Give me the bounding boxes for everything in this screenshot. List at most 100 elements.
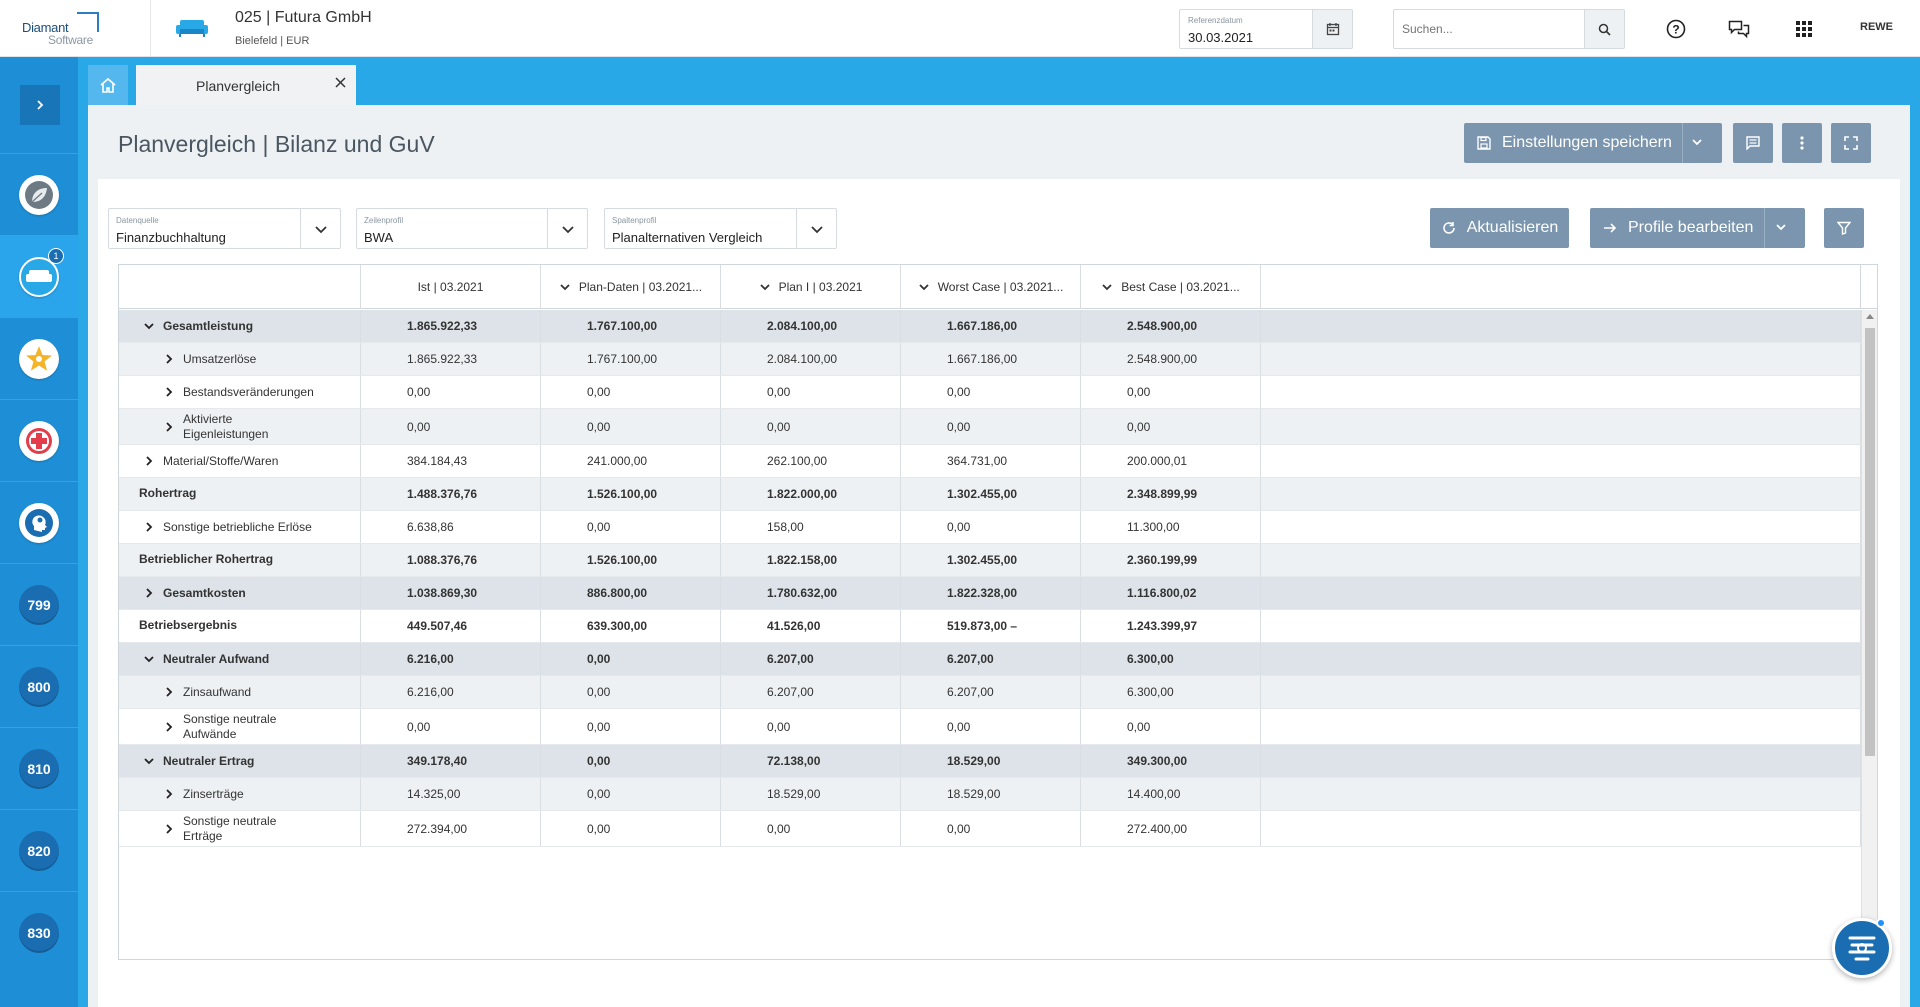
company-location: Bielefeld | EUR — [235, 35, 310, 47]
table-row[interactable]: Umsatzerlöse 1.865.922,33 1.767.100,00 2.08… — [119, 343, 1861, 376]
chevron-right-icon[interactable] — [161, 786, 177, 802]
table-row[interactable]: Zinserträge 14.325,00 0,00 18.529,00 18.529,… — [119, 778, 1861, 811]
table-row[interactable]: Neutraler Aufwand 6.216,00 0,00 6.207,00 6.2… — [119, 643, 1861, 676]
header-cell-worst-case[interactable]: Worst Case | 03.2021... — [901, 265, 1081, 309]
home-icon[interactable] — [88, 65, 128, 105]
chevron-down-icon[interactable] — [141, 318, 157, 334]
filter-button[interactable] — [1824, 208, 1864, 248]
edit-profiles-button[interactable]: Profile bearbeiten — [1590, 208, 1805, 248]
sidebar-item-800[interactable]: 800 — [0, 645, 78, 727]
sidebar-item-medical[interactable] — [0, 399, 78, 481]
value-cell: 200.000,01 — [1081, 445, 1261, 477]
company-name[interactable]: 025 | Futura GmbH — [235, 9, 372, 27]
rowprofile-select[interactable]: Zeilenprofil BWA — [356, 208, 588, 249]
chevron-down-icon[interactable] — [1101, 281, 1113, 293]
reference-date-value[interactable]: 30.03.2021 — [1188, 30, 1253, 45]
table-row[interactable]: Zinsaufwand 6.216,00 0,00 6.207,00 6.207,00 6… — [119, 676, 1861, 709]
scrollbar-thumb[interactable] — [1865, 328, 1875, 756]
sidebar-expand-button[interactable] — [20, 85, 60, 125]
tab-planvergleich[interactable]: Planvergleich — [136, 65, 356, 105]
header-cell-best-case[interactable]: Best Case | 03.2021... — [1081, 265, 1261, 309]
chevron-down-icon[interactable] — [547, 209, 587, 248]
chevron-down-icon[interactable] — [559, 281, 571, 293]
apps-grid-icon[interactable] — [1790, 15, 1818, 43]
chevron-down-icon[interactable] — [141, 753, 157, 769]
chevron-right-icon[interactable] — [141, 519, 157, 535]
reference-date-field[interactable]: Referenzdatum 30.03.2021 — [1179, 9, 1353, 49]
table-row[interactable]: Aktivierte Eigenleistungen 0,00 0,00 0,00 0,… — [119, 409, 1861, 445]
chevron-down-icon[interactable] — [796, 209, 836, 248]
medical-cross-icon — [19, 420, 59, 461]
row-label-cell: Rohertrag — [119, 478, 361, 510]
chevron-right-icon[interactable] — [141, 453, 157, 469]
account-number: 800 — [19, 666, 59, 707]
row-label: Betrieblicher Rohertrag — [139, 552, 274, 566]
scroll-up-icon[interactable] — [1866, 314, 1874, 319]
value-cell: 14.400,00 — [1081, 778, 1261, 810]
table-row[interactable]: Sonstige neutrale Aufwände 0,00 0,00 0,00 0,… — [119, 709, 1861, 745]
table-row[interactable]: Bestandsveränderungen 0,00 0,00 0,00 0,00 0,0… — [119, 376, 1861, 409]
header-cell-ist[interactable]: Ist | 03.2021 — [361, 265, 541, 309]
sidebar-item-799[interactable]: 799 — [0, 563, 78, 645]
table-row[interactable]: Sonstige neutrale Erträge 272.394,00 0,00 0… — [119, 811, 1861, 847]
header-cell-label — [119, 265, 361, 309]
divider — [150, 0, 151, 57]
empty-cell — [1261, 343, 1861, 375]
save-settings-button[interactable]: Einstellungen speichern — [1464, 123, 1722, 163]
calendar-icon[interactable] — [1312, 10, 1352, 48]
chevron-right-icon[interactable] — [161, 684, 177, 700]
account-number: 820 — [19, 830, 59, 871]
chevron-right-icon[interactable] — [161, 384, 177, 400]
table-row[interactable]: Material/Stoffe/Waren 384.184,43 241.000,0… — [119, 445, 1861, 478]
table-row[interactable]: Sonstige betriebliche Erlöse 6.638,86 0,00… — [119, 511, 1861, 544]
sidebar-item-820[interactable]: 820 — [0, 809, 78, 891]
chevron-right-icon[interactable] — [161, 719, 177, 735]
help-icon[interactable]: ? — [1662, 15, 1690, 43]
table-row[interactable]: Betriebsergebnis 449.507,46 639.300,00 41.5… — [119, 610, 1861, 643]
row-label: Zinsaufwand — [183, 684, 252, 699]
table-row[interactable]: Betrieblicher Rohertrag 1.088.376,76 1.526… — [119, 544, 1861, 577]
sidebar-item-idea[interactable] — [0, 481, 78, 563]
value-cell: 241.000,00 — [541, 445, 721, 477]
chevron-down-icon[interactable] — [1774, 220, 1788, 239]
diamant-logo[interactable]: Diamant Software — [22, 12, 102, 47]
chevron-down-icon[interactable] — [1690, 135, 1704, 154]
datasource-select[interactable]: Datenquelle Finanzbuchhaltung — [108, 208, 341, 249]
row-label-cell: Sonstige neutrale Erträge — [119, 811, 361, 846]
value-cell: 6.207,00 — [901, 676, 1081, 708]
chat-icon[interactable] — [1725, 15, 1753, 43]
more-options-button[interactable] — [1782, 123, 1822, 163]
chevron-down-icon[interactable] — [759, 281, 771, 293]
header-cell-plan-daten[interactable]: Plan-Daten | 03.2021... — [541, 265, 721, 309]
table-row[interactable]: Gesamtkosten 1.038.869,30 886.800,00 1.780.… — [119, 577, 1861, 610]
search-input[interactable] — [1394, 10, 1584, 48]
header-cell-plan-i[interactable]: Plan I | 03.2021 — [721, 265, 901, 309]
sidebar-item-830[interactable]: 830 — [0, 891, 78, 973]
sidebar-item-leaf[interactable] — [0, 153, 78, 235]
chevron-down-icon[interactable] — [300, 209, 340, 248]
vertical-scrollbar[interactable] — [1861, 310, 1877, 959]
user-menu[interactable]: REWE — [1860, 21, 1893, 33]
chevron-right-icon[interactable] — [161, 821, 177, 837]
colprofile-select[interactable]: Spaltenprofil Planalternativen Vergleich — [604, 208, 837, 249]
row-label: Gesamtleistung — [163, 318, 254, 333]
chevron-right-icon[interactable] — [141, 585, 157, 601]
sidebar-item-star[interactable] — [0, 317, 78, 399]
sidebar-item-810[interactable]: 810 — [0, 727, 78, 809]
table-row[interactable]: Rohertrag 1.488.376,76 1.526.100,00 1.822.0… — [119, 478, 1861, 511]
table-row[interactable]: Gesamtleistung 1.865.922,33 1.767.100,00 2.… — [119, 310, 1861, 343]
chevron-right-icon[interactable] — [161, 419, 177, 435]
sidebar-item-sofa[interactable]: 1 — [0, 235, 78, 317]
chevron-down-icon[interactable] — [918, 281, 930, 293]
chevron-right-icon[interactable] — [161, 351, 177, 367]
account-number: 810 — [19, 748, 59, 789]
search-icon[interactable] — [1584, 10, 1624, 48]
close-icon[interactable] — [335, 75, 346, 93]
chevron-down-icon[interactable] — [141, 651, 157, 667]
fullscreen-button[interactable] — [1831, 123, 1871, 163]
value-cell: 519.873,00 – — [901, 610, 1081, 642]
row-label: Gesamtkosten — [163, 585, 246, 600]
comment-button[interactable] — [1733, 123, 1773, 163]
refresh-button[interactable]: Aktualisieren — [1430, 208, 1569, 248]
table-row[interactable]: Neutraler Ertrag 349.178,40 0,00 72.138,00 1… — [119, 745, 1861, 778]
